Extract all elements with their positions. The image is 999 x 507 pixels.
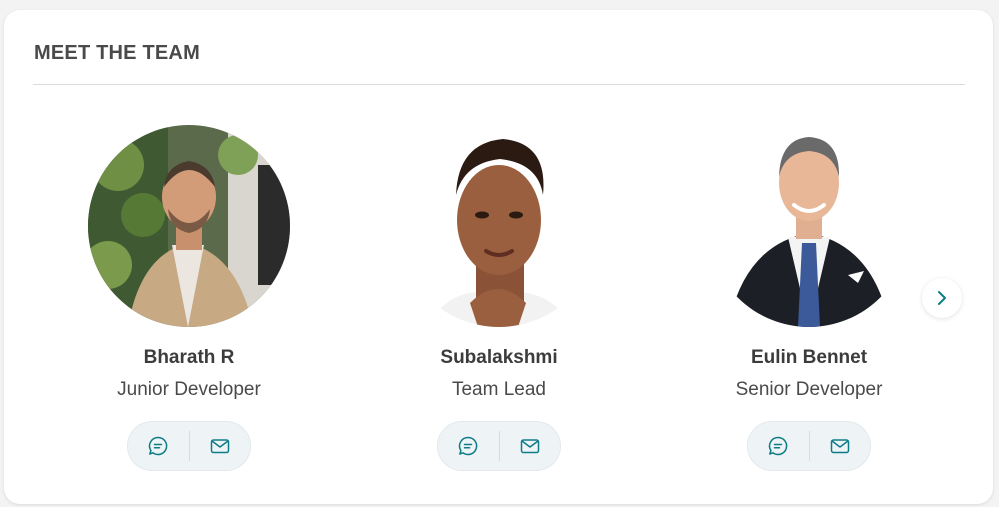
chat-button[interactable] (748, 422, 809, 470)
mail-icon (210, 439, 229, 454)
member-role: Junior Developer (117, 379, 261, 400)
chat-bubble-icon (459, 436, 478, 456)
email-button[interactable] (810, 422, 871, 470)
mail-icon (830, 439, 849, 454)
email-button[interactable] (500, 422, 561, 470)
chevron-right-icon (938, 291, 946, 305)
contact-actions (747, 421, 871, 471)
chat-bubble-icon (149, 436, 168, 456)
chat-bubble-icon (769, 436, 788, 456)
mail-icon (520, 439, 539, 454)
team-member-card: Eulin Bennet Senior Developer (689, 125, 929, 471)
contact-actions (127, 421, 251, 471)
title-divider (33, 84, 965, 85)
email-button[interactable] (190, 422, 251, 470)
team-card: MEET THE TEAM Bharath R Junior Developer… (4, 10, 993, 504)
member-role: Team Lead (451, 379, 546, 400)
member-name: Subalakshmi (440, 347, 558, 368)
team-member-card: Bharath R Junior Developer (69, 125, 309, 471)
avatar (708, 125, 910, 327)
team-member-card: Subalakshmi Team Lead (379, 125, 619, 471)
member-name: Eulin Bennet (750, 347, 868, 368)
contact-actions (437, 421, 561, 471)
chat-button[interactable] (438, 422, 499, 470)
section-title: MEET THE TEAM (34, 42, 200, 64)
carousel-next-button[interactable] (922, 278, 962, 318)
member-role: Senior Developer (735, 379, 883, 400)
member-name: Bharath R (143, 347, 235, 368)
avatar (88, 125, 290, 327)
avatar (398, 125, 600, 327)
chat-button[interactable] (128, 422, 189, 470)
